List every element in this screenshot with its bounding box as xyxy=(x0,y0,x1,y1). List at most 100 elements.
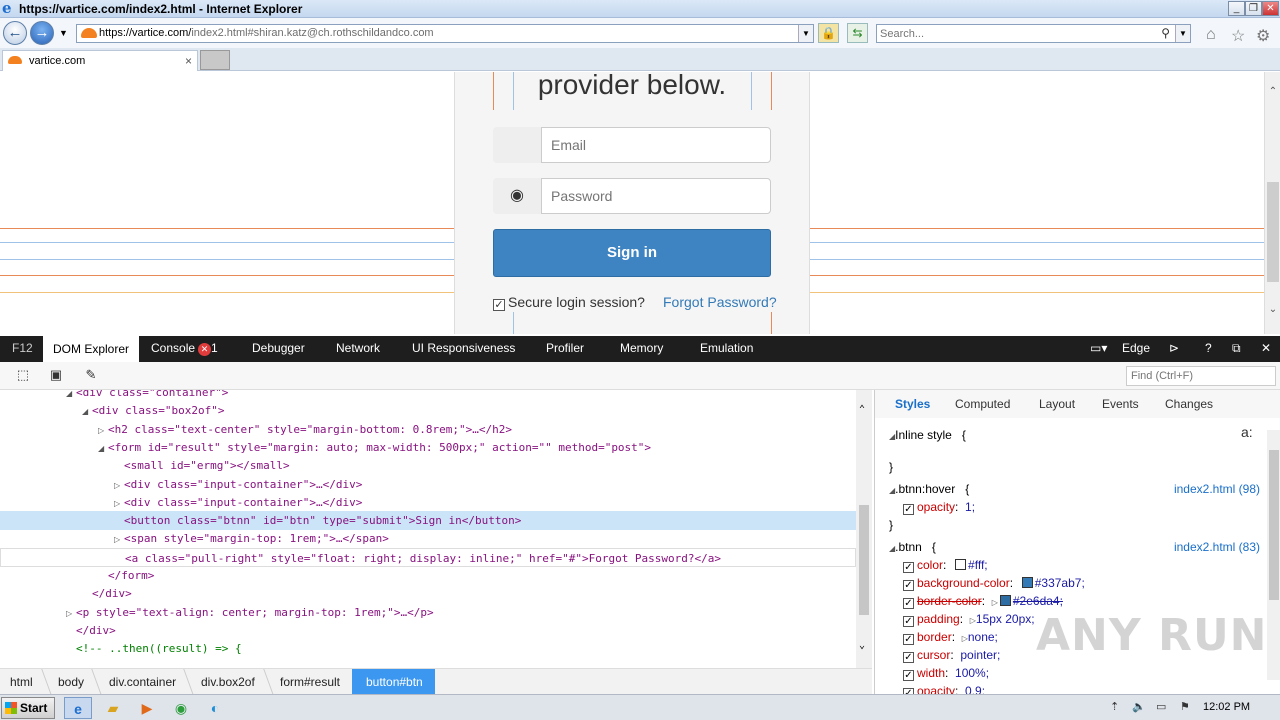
scroll-down-icon[interactable]: ⌄ xyxy=(1265,304,1280,320)
document-mode-select[interactable]: Edge xyxy=(1122,341,1150,355)
dom-node-line[interactable]: ▷ <p style="text-align: center; margin-to… xyxy=(0,603,856,622)
style-property[interactable]: ✓ cursor: pointer; xyxy=(903,648,1000,663)
tab-console[interactable]: Console ✕ 1 xyxy=(151,341,218,356)
tab-network[interactable]: Network xyxy=(336,341,380,355)
taskbar-chrome-icon[interactable]: ◉ xyxy=(167,697,195,719)
checkbox-checked-icon[interactable]: ✓ xyxy=(903,580,914,591)
dom-node-line[interactable]: ◢ <div class="box2of"> xyxy=(0,401,856,420)
dom-node-line[interactable]: <a class="pull-right" style="float: righ… xyxy=(0,547,856,567)
btnn-hover-rule[interactable]: ◢.btnn:hover { xyxy=(889,482,969,496)
console-toggle-icon[interactable]: ⊳ xyxy=(1169,341,1179,355)
checkbox-checked-icon[interactable]: ✓ xyxy=(493,299,505,311)
tab-memory[interactable]: Memory xyxy=(620,341,663,355)
tab-profiler[interactable]: Profiler xyxy=(546,341,584,355)
dom-node-line[interactable]: </form> xyxy=(0,566,856,585)
style-property[interactable]: ✓ width: 100%; xyxy=(903,666,989,681)
tab-close-icon[interactable]: × xyxy=(185,54,192,68)
page-scrollbar[interactable]: ⌃ ⌄ xyxy=(1264,72,1280,334)
font-size-icon[interactable]: a: xyxy=(1241,424,1253,440)
tab-ui-responsiveness[interactable]: UI Responsiveness xyxy=(412,341,515,355)
property-value[interactable]: #2e6da4; xyxy=(1013,594,1063,608)
start-button[interactable]: Start xyxy=(1,697,55,719)
source-link-98[interactable]: index2.html (98) xyxy=(1174,482,1260,496)
new-tab-button[interactable] xyxy=(200,50,230,70)
styles-scrollbar[interactable] xyxy=(1267,430,1280,680)
url-text[interactable]: https://vartice.com/index2.html#shiran.k… xyxy=(99,27,434,39)
back-button[interactable]: ← xyxy=(3,21,27,45)
search-box[interactable]: ⚲ ▼ xyxy=(876,24,1191,43)
history-dropdown-icon[interactable]: ▼ xyxy=(59,28,68,38)
checkbox-checked-icon[interactable]: ✓ xyxy=(903,598,914,609)
dom-node-line[interactable]: ▷ <h2 class="text-center" style="margin-b… xyxy=(0,420,856,439)
home-icon[interactable]: ⌂ xyxy=(1206,26,1216,44)
checkbox-checked-icon[interactable]: ✓ xyxy=(903,670,914,681)
sign-in-button[interactable]: Sign in xyxy=(493,229,771,277)
scrollbar-thumb[interactable] xyxy=(1267,182,1279,282)
scroll-up-icon[interactable]: ⌃ xyxy=(1265,86,1280,102)
taskbar-folder-icon[interactable]: ▰ xyxy=(99,697,127,719)
collapsed-twisty-icon[interactable]: ▷ xyxy=(114,494,124,513)
email-field[interactable] xyxy=(541,127,771,163)
property-value[interactable]: #fff; xyxy=(968,558,988,572)
tray-network-icon[interactable]: ▭ xyxy=(1156,700,1166,713)
tray-arrow-icon[interactable]: ⇡ xyxy=(1110,700,1119,713)
expanded-twisty-icon[interactable]: ◢ xyxy=(98,439,108,458)
style-property[interactable]: ✓ background-color: #337ab7; xyxy=(903,576,1085,591)
prop-opacity-hover[interactable]: ✓ opacity: 1; xyxy=(903,500,975,515)
search-icon[interactable]: ⚲ xyxy=(1161,26,1170,40)
checkbox-checked-icon[interactable]: ✓ xyxy=(903,616,914,627)
collapsed-twisty-icon[interactable]: ▷ xyxy=(114,476,124,495)
find-input[interactable] xyxy=(1126,366,1276,386)
address-bar[interactable]: https://vartice.com/index2.html#shiran.k… xyxy=(76,24,814,43)
select-element-icon[interactable]: ⬚ xyxy=(14,367,32,383)
lock-icon[interactable]: 🔒 xyxy=(818,23,839,43)
scroll-down-icon[interactable]: ⌄ xyxy=(859,640,865,651)
address-dropdown-icon[interactable]: ▼ xyxy=(798,25,813,42)
highlight-element-icon[interactable]: ▣ xyxy=(47,367,65,383)
tab-layout[interactable]: Layout xyxy=(1039,397,1075,411)
color-swatch[interactable] xyxy=(955,559,967,570)
minimize-button[interactable]: _ xyxy=(1228,1,1245,16)
restore-button[interactable]: ❐ xyxy=(1245,1,1262,16)
close-window-button[interactable]: ✕ xyxy=(1262,1,1279,16)
undock-icon[interactable]: ⧉ xyxy=(1232,341,1241,356)
inline-style-rule[interactable]: ◢Inline style { xyxy=(889,428,966,442)
breadcrumb-div-box2of[interactable]: div.box2of xyxy=(201,675,255,689)
property-value[interactable]: 15px 20px; xyxy=(976,612,1035,626)
property-value[interactable]: 100%; xyxy=(955,666,989,680)
tray-flag-icon[interactable]: ⚑ xyxy=(1180,700,1190,713)
refresh-icon[interactable]: ⇆ xyxy=(847,23,868,43)
device-icon[interactable]: ▭▾ xyxy=(1090,341,1107,355)
color-picker-icon[interactable]: ✎ xyxy=(82,367,100,383)
dom-scrollbar[interactable]: ⌃ ⌄ xyxy=(856,390,872,668)
collapsed-twisty-icon[interactable]: ▷ xyxy=(114,530,124,549)
dom-node-line[interactable]: </div> xyxy=(0,621,856,640)
tab-debugger[interactable]: Debugger xyxy=(252,341,305,355)
scrollbar-thumb[interactable] xyxy=(1269,450,1279,600)
help-icon[interactable]: ? xyxy=(1205,341,1212,355)
property-value[interactable]: #337ab7; xyxy=(1035,576,1085,590)
scrollbar-thumb[interactable] xyxy=(859,505,869,615)
style-property[interactable]: ✓ color: #fff; xyxy=(903,558,988,573)
taskbar-media-icon[interactable]: ▶ xyxy=(133,697,161,719)
search-dropdown-icon[interactable]: ▼ xyxy=(1175,25,1190,42)
tab-dom-explorer[interactable]: DOM Explorer xyxy=(43,336,140,362)
style-property[interactable]: ✓ border: ▷none; xyxy=(903,630,998,645)
checkbox-checked-icon[interactable]: ✓ xyxy=(903,634,914,645)
dom-node-line[interactable]: ▷ <span style="margin-top: 1rem;">…</span… xyxy=(0,529,856,548)
dom-node-line[interactable]: <button class="btnn" id="btn" type="subm… xyxy=(0,511,856,531)
property-value[interactable]: pointer; xyxy=(960,648,1000,662)
dom-node-line[interactable]: ◢ <div class="container"> xyxy=(0,390,856,402)
source-link-83[interactable]: index2.html (83) xyxy=(1174,540,1260,554)
tab-events[interactable]: Events xyxy=(1102,397,1139,411)
checkbox-checked-icon[interactable]: ✓ xyxy=(903,504,914,515)
expand-shorthand-icon[interactable]: ▷ xyxy=(992,598,998,607)
tab-emulation[interactable]: Emulation xyxy=(700,341,753,355)
expanded-twisty-icon[interactable]: ◢ xyxy=(82,402,92,421)
property-value[interactable]: none; xyxy=(968,630,998,644)
dom-node-line[interactable]: <!-- ..then((result) => { xyxy=(0,639,856,658)
collapsed-twisty-icon[interactable]: ▷ xyxy=(66,604,76,623)
scroll-up-icon[interactable]: ⌃ xyxy=(859,404,865,415)
tab-computed[interactable]: Computed xyxy=(955,397,1010,411)
tab-styles[interactable]: Styles xyxy=(895,397,930,411)
